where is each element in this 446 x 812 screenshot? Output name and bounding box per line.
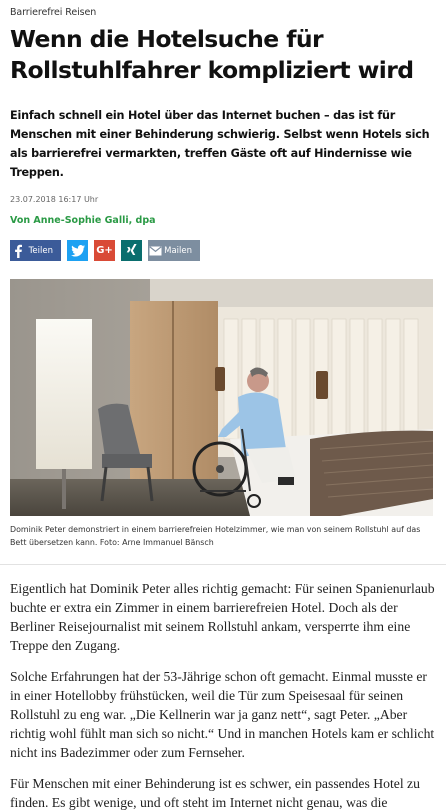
body-paragraph: Für Menschen mit einer Behinderung ist e… — [10, 776, 420, 810]
share-mail-button[interactable]: Mailen — [148, 240, 200, 261]
article-date: 23.07.2018 16:17 Uhr — [10, 195, 99, 204]
article-photo[interactable] — [10, 279, 433, 516]
article-kicker: Barrierefrei Reisen — [10, 7, 97, 18]
twitter-icon — [67, 240, 88, 261]
mail-icon — [148, 240, 162, 261]
share-xing-button[interactable] — [121, 240, 142, 261]
article-body: Eigentlich hat Dominik Peter alles richt… — [0, 579, 446, 812]
caption-divider — [0, 564, 446, 565]
share-facebook-button[interactable]: Teilen — [10, 240, 61, 261]
article-headline: Wenn die Hotelsuche für Rollstuhlfahrer … — [10, 25, 414, 84]
share-twitter-button[interactable] — [67, 240, 88, 261]
xing-icon — [121, 240, 142, 261]
photo-caption: Dominik Peter demonstriert in einem barr… — [10, 523, 436, 549]
article-body-wrapper: Eigentlich hat Dominik Peter alles richt… — [0, 564, 446, 812]
body-paragraph: Eigentlich hat Dominik Peter alles richt… — [10, 581, 435, 653]
article-teaser: Einfach schnell ein Hotel über das Inter… — [10, 109, 430, 179]
share-bar: Teilen G+ Mailen — [10, 240, 436, 261]
google-plus-icon: G+ — [96, 245, 113, 256]
article-author[interactable]: Von Anne-Sophie Galli, dpa — [10, 215, 436, 226]
share-mail-label: Mailen — [164, 245, 192, 256]
body-paragraph: Solche Erfahrungen hat der 53-Jährige sc… — [10, 669, 435, 760]
share-facebook-label: Teilen — [28, 245, 53, 256]
facebook-icon — [10, 240, 27, 261]
share-google-plus-button[interactable]: G+ — [94, 240, 115, 261]
